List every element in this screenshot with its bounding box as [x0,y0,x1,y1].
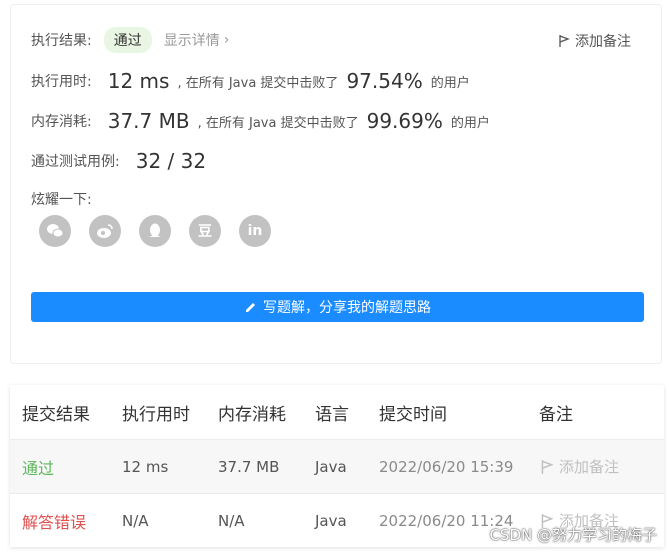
runtime-cell: 12 ms [122,457,169,476]
share-icons: 豆 in [39,215,271,247]
show-details-label: 显示详情 [163,33,220,49]
tests-value: 32 / 32 [135,149,207,173]
row-add-note-button[interactable]: 添加备注 [539,456,619,477]
add-note-label: 添加备注 [575,34,631,50]
header-memory: 内存消耗 [218,404,286,425]
header-note: 备注 [539,404,573,425]
add-note-button[interactable]: 添加备注 [557,31,631,51]
share-label: 炫耀一下: [31,192,92,208]
header-language: 语言 [315,404,349,425]
status-row: 执行结果: 通过 显示详情 › [31,27,229,53]
memory-label: 内存消耗: [31,114,92,130]
runtime-value: 12 ms [107,69,170,93]
qq-icon[interactable] [139,215,171,247]
runtime-percent: 97.54% [346,69,423,93]
table-header: 提交结果 执行用时 内存消耗 语言 提交时间 备注 [10,385,664,439]
pencil-icon [246,302,255,312]
runtime-cell: N/A [122,511,149,530]
flag-icon [541,459,554,474]
chevron-right-icon: › [223,32,230,48]
flag-icon [559,35,570,47]
watermark: CSDN @努力学习的梅子 [489,526,657,544]
show-details-link[interactable]: 显示详情 › [164,30,230,50]
header-runtime: 执行用时 [122,404,190,425]
memory-row: 内存消耗: 37.7 MB , 在所有 Java 提交中击败了 99.69% 的… [31,109,490,133]
memory-middle: , 在所有 Java 提交中击败了 [197,115,359,131]
result-link[interactable]: 通过 [22,455,54,479]
status-label: 执行结果: [31,33,92,49]
runtime-suffix: 的用户 [430,75,470,91]
tests-row: 通过测试用例: 32 / 32 [31,149,206,173]
write-solution-button[interactable]: 写题解，分享我的解题思路 [31,292,644,322]
table-row: 通过 12 ms 37.7 MB Java 2022/06/20 15:39 添… [10,439,664,493]
memory-percent: 99.69% [366,109,443,133]
tests-label: 通过测试用例: [31,154,120,170]
wechat-icon[interactable] [39,215,71,247]
submissions-table: 提交结果 执行用时 内存消耗 语言 提交时间 备注 通过 12 ms 37.7 … [10,385,664,547]
result-link[interactable]: 解答错误 [22,509,86,533]
memory-cell: 37.7 MB [218,457,280,476]
runtime-row: 执行用时: 12 ms , 在所有 Java 提交中击败了 97.54% 的用户 [31,69,470,93]
language-cell: Java [315,457,347,476]
header-result: 提交结果 [22,404,90,425]
share-row: 炫耀一下: [31,189,92,209]
memory-cell: N/A [218,511,245,530]
linkedin-icon[interactable]: in [239,215,271,247]
status-badge: 通过 [103,27,152,53]
memory-value: 37.7 MB [107,109,190,133]
memory-suffix: 的用户 [450,115,490,131]
row-add-note-label: 添加备注 [559,458,620,476]
weibo-icon[interactable] [89,215,121,247]
runtime-middle: , 在所有 Java 提交中击败了 [177,75,339,91]
result-card: 执行结果: 通过 显示详情 › 添加备注 执行用时: 12 ms , 在所有 J… [10,4,662,364]
language-cell: Java [315,511,347,530]
write-solution-label: 写题解，分享我的解题思路 [263,300,431,316]
time-cell: 2022/06/20 15:39 [379,457,514,476]
runtime-label: 执行用时: [31,74,92,90]
header-time: 提交时间 [379,404,447,425]
douban-icon[interactable]: 豆 [189,215,221,247]
